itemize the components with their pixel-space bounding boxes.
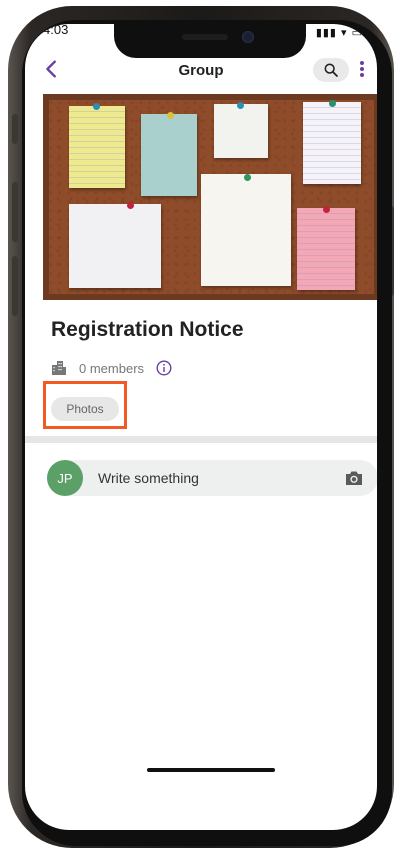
pin bbox=[93, 103, 100, 110]
note-lined-white bbox=[303, 102, 361, 184]
status-icons: ▮▮▮ ▾ ▭ bbox=[315, 27, 363, 39]
group-meta: 0 members bbox=[51, 358, 172, 378]
status-time: 4:03 bbox=[43, 24, 69, 37]
note-white-small bbox=[214, 104, 268, 158]
volume-up-button bbox=[12, 182, 18, 242]
pin bbox=[244, 174, 251, 181]
composer-placeholder: Write something bbox=[98, 470, 199, 486]
pin bbox=[237, 102, 244, 109]
pin bbox=[167, 112, 174, 119]
front-camera bbox=[242, 31, 254, 43]
note-white-large bbox=[69, 204, 161, 288]
silent-switch bbox=[12, 114, 18, 144]
pin bbox=[127, 202, 134, 209]
avatar: JP bbox=[47, 460, 83, 496]
member-count: 0 members bbox=[79, 360, 145, 376]
volume-down-button bbox=[12, 256, 18, 316]
app-screen: 4:03 ▮▮▮ ▾ ▭ Group Registration Notice 0… bbox=[25, 24, 377, 830]
group-cover-image bbox=[43, 94, 377, 300]
post-composer[interactable]: JP Write something bbox=[47, 460, 377, 496]
search-button[interactable] bbox=[313, 58, 349, 82]
top-bar: Group bbox=[25, 52, 377, 88]
pin bbox=[323, 206, 330, 213]
camera-icon[interactable] bbox=[344, 469, 364, 487]
note-white-tall bbox=[201, 174, 291, 286]
info-icon[interactable] bbox=[156, 360, 172, 376]
group-title: Registration Notice bbox=[51, 318, 244, 341]
speaker-grille bbox=[182, 34, 228, 40]
pin bbox=[329, 100, 336, 107]
home-indicator[interactable] bbox=[147, 768, 275, 772]
search-icon bbox=[324, 63, 338, 77]
note-pink bbox=[297, 208, 355, 290]
more-vertical-icon[interactable] bbox=[357, 59, 367, 79]
section-divider bbox=[25, 436, 377, 443]
note-yellow bbox=[69, 106, 125, 188]
note-teal bbox=[141, 114, 197, 196]
photos-tab[interactable]: Photos bbox=[51, 397, 119, 421]
building-icon bbox=[52, 361, 66, 375]
